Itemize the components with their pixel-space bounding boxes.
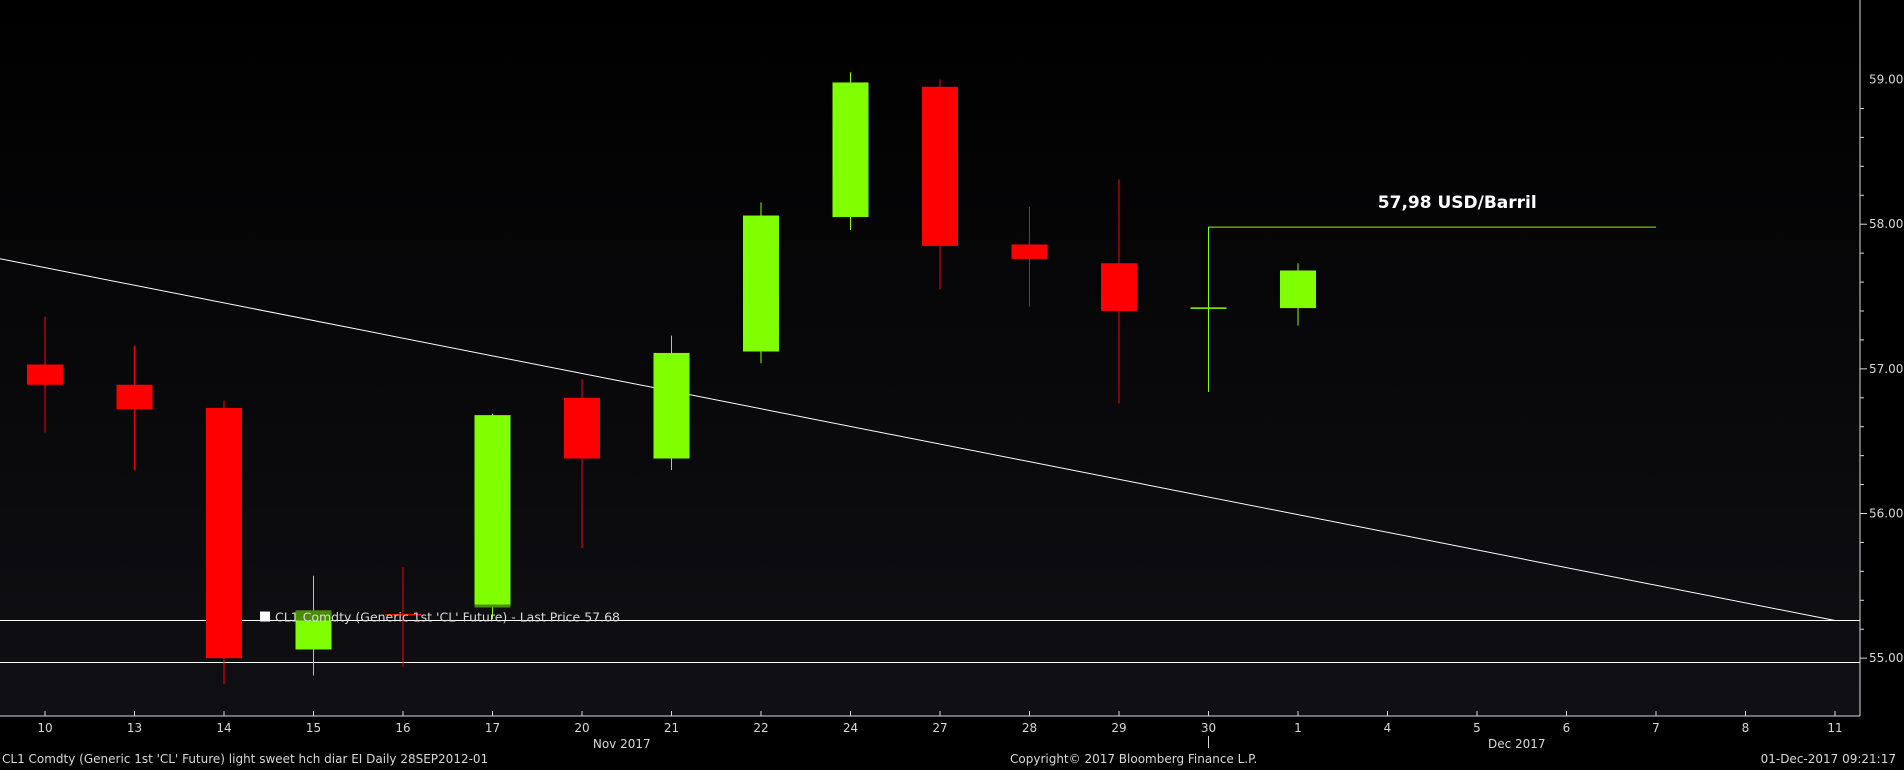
- x-tick-label: 4: [1384, 721, 1392, 735]
- x-tick-label: 22: [753, 721, 768, 735]
- candle-body: [474, 415, 511, 608]
- x-tick-label: 17: [485, 721, 500, 735]
- x-tick-label: 1: [1294, 721, 1302, 735]
- candle-body: [743, 215, 779, 352]
- x-tick-label: 13: [127, 721, 142, 735]
- candle-body: [1101, 263, 1137, 311]
- x-tick-label: 14: [216, 721, 231, 735]
- x-tick-label: 6: [1563, 721, 1571, 735]
- x-tick-label: 21: [664, 721, 679, 735]
- legend-label: CL1 Comdty (Generic 1st 'CL' Future) - L…: [275, 610, 620, 625]
- x-tick-label: 8: [1742, 721, 1750, 735]
- candle-body: [206, 407, 242, 659]
- month-label: Nov 2017: [593, 737, 651, 751]
- y-tick-label: 57.00: [1869, 362, 1903, 376]
- month-label: Dec 2017: [1488, 737, 1546, 751]
- footer-copyright: Copyright© 2017 Bloomberg Finance L.P.: [1010, 752, 1258, 766]
- y-tick-label: 59.00: [1869, 73, 1903, 87]
- candle-body: [564, 397, 600, 459]
- legend-swatch: [260, 611, 270, 622]
- candlestick-chart: 55.0056.0057.0058.0059.0010 13 14 15 16 17 20 2…: [0, 0, 1903, 751]
- x-tick-label: 20: [574, 721, 589, 735]
- x-tick-label: 5: [1473, 721, 1481, 735]
- y-tick-label: 55.00: [1869, 651, 1903, 665]
- candle-body: [116, 384, 153, 410]
- candle-body-shade: [474, 604, 511, 608]
- x-tick-label: 16: [395, 721, 410, 735]
- y-tick-label: 56.00: [1869, 506, 1903, 520]
- x-tick-label: 7: [1652, 721, 1660, 735]
- x-tick-label: 11: [1827, 721, 1842, 735]
- annotation-label: 57,98 USD/Barril: [1378, 193, 1537, 213]
- footer-security: CL1 Comdty (Generic 1st 'CL' Future) lig…: [2, 752, 489, 766]
- candle-body: [653, 352, 690, 459]
- candle-body: [1280, 270, 1316, 309]
- x-tick-label: 24: [843, 721, 858, 735]
- candle-body: [1011, 244, 1048, 259]
- x-tick-label: 15: [306, 721, 321, 735]
- candle-body: [832, 82, 869, 217]
- x-tick-label: 30: [1201, 721, 1216, 735]
- footer-timestamp: 01-Dec-2017 09:21:17: [1760, 752, 1896, 766]
- x-tick-label: 28: [1022, 721, 1037, 735]
- x-tick-label: 29: [1111, 721, 1126, 735]
- x-tick-label: 27: [932, 721, 947, 735]
- candle-body: [922, 86, 958, 246]
- candle-body: [27, 364, 63, 385]
- y-tick-label: 58.00: [1869, 217, 1903, 231]
- x-tick-label: 10: [37, 721, 52, 735]
